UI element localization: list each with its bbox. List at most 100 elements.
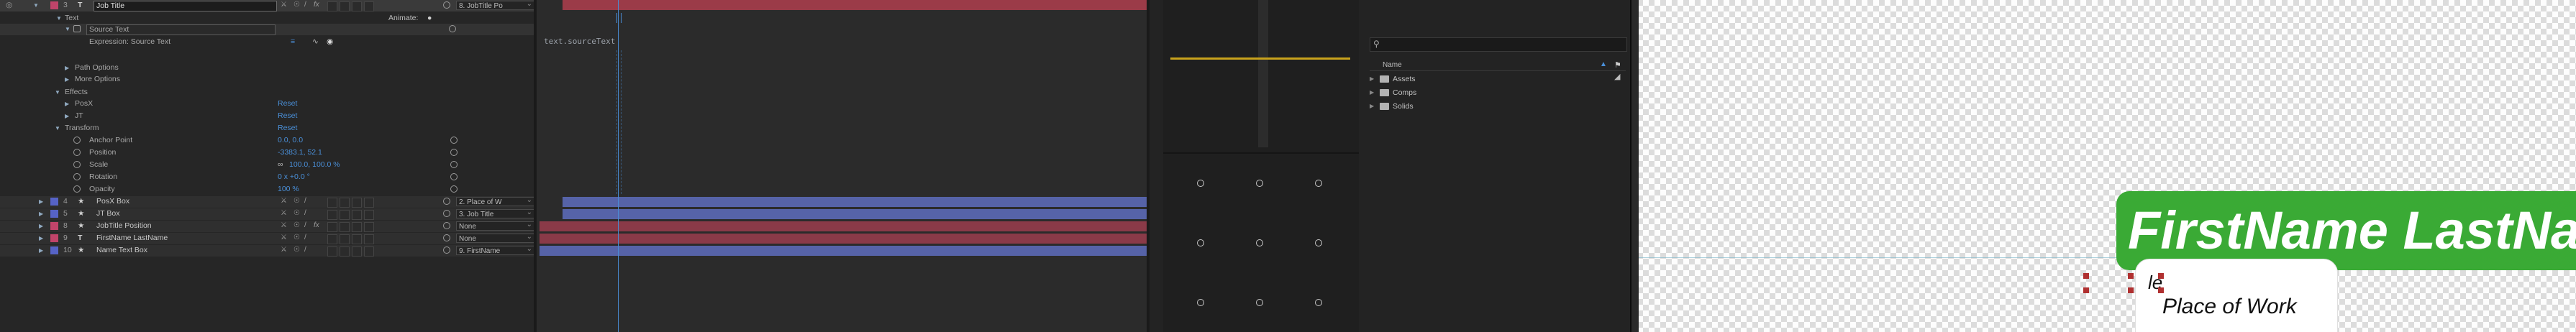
stopwatch-icon[interactable]	[73, 25, 81, 32]
label-tag-icon[interactable]: ⚑	[1614, 60, 1621, 70]
collapse-icon[interactable]: ☉	[293, 209, 300, 217]
switch-box[interactable]	[340, 198, 350, 208]
parent-dropdown[interactable]: None	[456, 234, 535, 243]
switch-box[interactable]	[327, 210, 337, 220]
property-row-transform[interactable]: ▼ Transform Reset	[0, 123, 534, 134]
twirl-closed-icon[interactable]: ▶	[1370, 75, 1374, 82]
label-color[interactable]	[50, 1, 58, 9]
expression-enable-icon[interactable]: ≡	[291, 37, 295, 47]
flowchart-icon[interactable]: ◢	[1614, 72, 1620, 81]
quality-icon[interactable]: /	[304, 209, 306, 217]
switch-box[interactable]	[340, 234, 350, 244]
stopwatch-icon[interactable]	[73, 173, 81, 180]
pickwhip-icon[interactable]: ◉	[327, 37, 333, 47]
shy-icon[interactable]: ⚔	[281, 197, 287, 205]
pickwhip-icon[interactable]	[450, 149, 458, 156]
folder-comps[interactable]: ▶ Comps	[1370, 88, 1600, 99]
pickwhip-icon[interactable]	[449, 25, 456, 32]
twirl-closed-icon[interactable]: ▶	[1370, 103, 1374, 109]
label-color[interactable]	[50, 198, 58, 206]
property-row-text[interactable]: ▼ Text Animate: ●	[0, 13, 534, 24]
switch-box[interactable]	[327, 1, 337, 11]
layer-name[interactable]: Name Text Box	[96, 246, 147, 255]
switch-box[interactable]	[340, 1, 350, 11]
selection-handle[interactable]	[2158, 273, 2164, 279]
pickwhip-icon[interactable]	[443, 210, 450, 217]
project-search[interactable]: ⚲	[1370, 37, 1627, 52]
label-color[interactable]	[50, 222, 58, 230]
property-value[interactable]: 0 x +0.0 °	[278, 172, 310, 182]
folder-assets[interactable]: ▶ Assets	[1370, 74, 1600, 86]
selection-handle[interactable]	[2158, 287, 2164, 293]
switch-box[interactable]	[352, 198, 362, 208]
panel-divider[interactable]	[534, 0, 537, 332]
selection-handle[interactable]	[2083, 273, 2089, 279]
switch-box[interactable]	[340, 222, 350, 232]
shy-icon[interactable]: ⚔	[281, 234, 287, 241]
layer-bar-firstname-lastname[interactable]	[540, 234, 1150, 244]
quality-icon[interactable]: /	[304, 234, 306, 241]
selection-handle[interactable]	[2083, 287, 2089, 293]
property-value[interactable]: 0.0, 0.0	[278, 136, 303, 145]
layer-name-field[interactable]: Job Title	[94, 1, 277, 11]
switch-box[interactable]	[327, 222, 337, 232]
layer-row-job-title[interactable]: ◎ ▼ 3 T Job Title ⚔ ☉ / fx 8. JobTitle P…	[0, 0, 535, 11]
constrain-link-icon[interactable]: ∞	[278, 160, 283, 170]
property-row-position[interactable]: Position -3383.1, 52.1	[0, 147, 534, 159]
property-row-source-text[interactable]: ▼ Source Text	[0, 24, 534, 35]
quality-icon[interactable]: /	[304, 1, 306, 9]
twirl-closed-icon[interactable]: ▶	[39, 198, 43, 205]
switch-box[interactable]	[327, 234, 337, 244]
sort-arrow-icon[interactable]: ▲	[1600, 60, 1607, 68]
stopwatch-icon[interactable]	[73, 149, 81, 156]
switch-box[interactable]	[340, 246, 350, 257]
twirl-open-icon[interactable]: ▼	[65, 26, 70, 32]
shy-icon[interactable]: ⚔	[281, 1, 287, 9]
twirl-open-icon[interactable]: ▼	[55, 125, 60, 132]
scroll-track[interactable]	[1258, 0, 1268, 147]
panel-divider[interactable]	[1147, 0, 1150, 332]
layer-bar-jobtitle-position[interactable]	[540, 221, 1150, 231]
layer-name[interactable]: JobTitle Position	[96, 221, 152, 231]
anchor-dot-icon[interactable]	[1256, 299, 1263, 306]
name-text[interactable]: FirstName LastNar	[2128, 198, 2576, 263]
fx-icon[interactable]: fx	[314, 221, 319, 229]
switch-box[interactable]	[352, 246, 362, 257]
quality-icon[interactable]: /	[304, 246, 306, 254]
anchor-dot-icon[interactable]	[1197, 239, 1204, 246]
reset-link[interactable]: Reset	[278, 99, 297, 109]
switch-box[interactable]	[364, 246, 374, 257]
pickwhip-icon[interactable]	[443, 246, 450, 254]
parent-dropdown[interactable]: 2. Place of W	[456, 197, 535, 206]
visibility-icon[interactable]: ◎	[6, 1, 12, 10]
layer-bar-name-text-box[interactable]	[540, 246, 1150, 256]
reset-link[interactable]: Reset	[278, 124, 297, 133]
layer-bar-job-title[interactable]	[563, 0, 1150, 10]
property-row-more-options[interactable]: ▶ More Options	[0, 74, 534, 86]
property-row-anchor[interactable]: Anchor Point 0.0, 0.0	[0, 135, 534, 147]
collapse-icon[interactable]: ☉	[293, 197, 300, 205]
stopwatch-icon[interactable]	[73, 161, 81, 168]
search-input[interactable]	[1385, 39, 1618, 50]
twirl-closed-icon[interactable]: ▶	[39, 223, 43, 229]
layer-bar-posx-box[interactable]	[563, 197, 1150, 207]
label-color[interactable]	[50, 210, 58, 218]
property-row-effects[interactable]: ▼ Effects	[0, 87, 534, 98]
pickwhip-icon[interactable]	[450, 137, 458, 144]
expression-field[interactable]: text.sourceText	[544, 37, 615, 46]
reset-link[interactable]: Reset	[278, 111, 297, 121]
layer-row-posx-box[interactable]: ▶ 4 ★ PosX Box ⚔ ☉ / 2. Place of W	[0, 196, 535, 208]
property-row-expression[interactable]: Expression: Source Text ≡ ∿ ◉	[0, 37, 534, 48]
selection-handle[interactable]	[2128, 273, 2134, 279]
pickwhip-icon[interactable]	[450, 161, 458, 168]
collapse-icon[interactable]: ☉	[293, 234, 300, 241]
switch-box[interactable]	[364, 222, 374, 232]
graph-icon[interactable]: ∿	[312, 37, 319, 47]
twirl-closed-icon[interactable]: ▶	[65, 113, 69, 119]
twirl-closed-icon[interactable]: ▶	[39, 211, 43, 217]
layer-bar-jt-box[interactable]	[563, 209, 1150, 219]
parent-dropdown[interactable]: None	[456, 221, 535, 231]
twirl-open-icon[interactable]: ▼	[33, 2, 39, 9]
twirl-closed-icon[interactable]: ▶	[65, 65, 69, 71]
ruler-vertical[interactable]	[1631, 0, 1639, 332]
